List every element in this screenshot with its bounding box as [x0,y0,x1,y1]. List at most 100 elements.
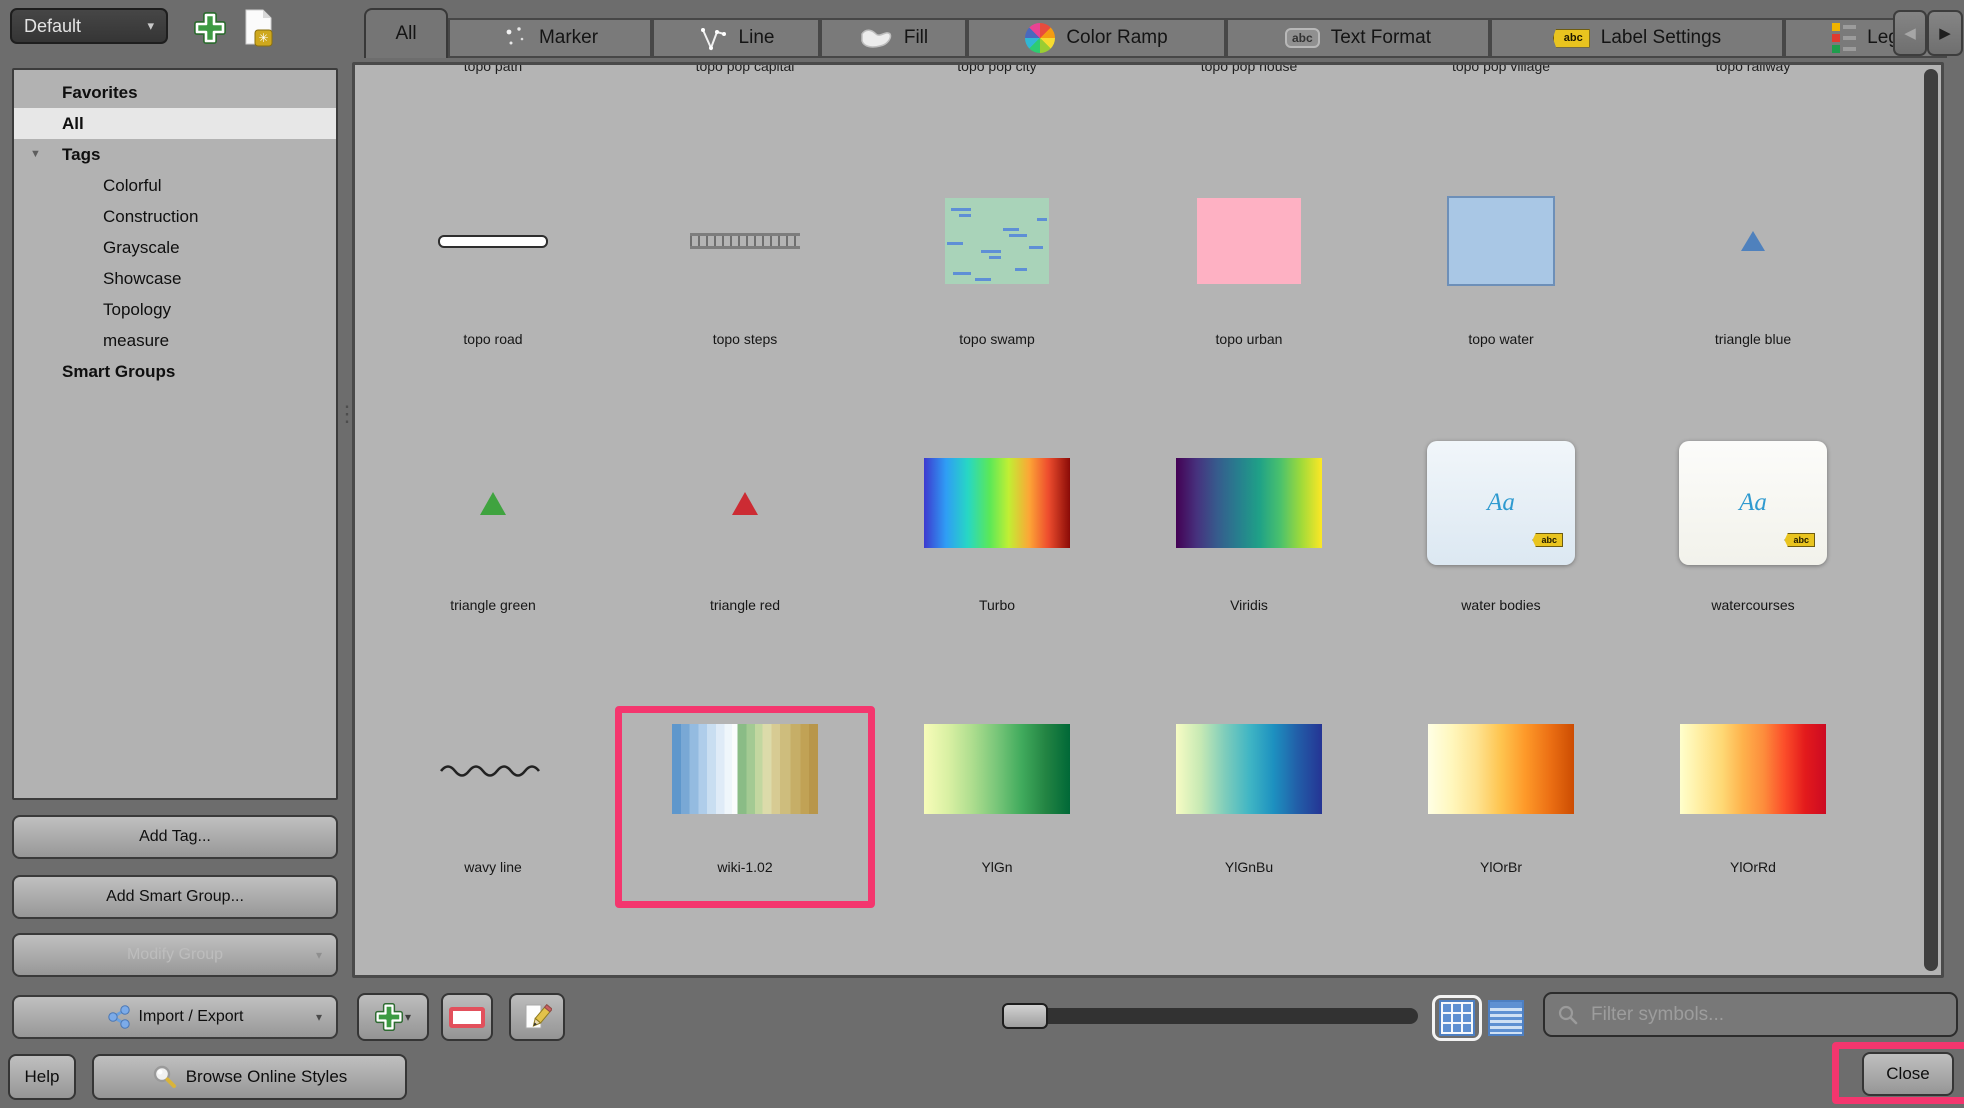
abc-tag-icon: abc [1532,533,1563,547]
sidebar-item-label: Favorites [62,83,138,103]
sidebar-item-tags[interactable]: ▼ Tags [14,139,336,170]
symbol-topo-urban[interactable]: topo urban [1123,198,1375,347]
expander-down-icon[interactable]: ▼ [30,148,41,160]
browse-online-styles-label: Browse Online Styles [186,1067,348,1087]
triangle-marker-preview [480,492,506,515]
sidebar-item-measure[interactable]: measure [14,325,336,356]
symbol-topo-steps[interactable]: topo steps [619,198,871,347]
aa-sample-text: Aa [1487,489,1515,517]
color-ramp-ylgnbu[interactable]: YlGnBu [1123,723,1375,875]
symbol-topo-water[interactable]: topo water [1375,198,1627,347]
tab-fill-label: Fill [904,27,928,49]
sidebar-item-grayscale[interactable]: Grayscale [14,232,336,263]
color-ramp-turbo[interactable]: Turbo [871,441,1123,613]
chevron-down-icon: ▾ [147,18,154,34]
icon-size-slider-track[interactable] [1004,1008,1418,1024]
remove-item-button[interactable] [441,993,493,1041]
fill-symbol-preview [945,198,1049,284]
symbol-label: topo urban [1216,331,1283,347]
color-ramp-ylgn[interactable]: YlGn [871,723,1123,875]
style-profile-select[interactable]: Default ▾ [10,8,168,44]
symbol-wavy-line[interactable]: wavy line [367,723,619,875]
svg-text:✳: ✳ [258,31,268,45]
icon-size-slider-handle[interactable] [1002,1003,1048,1029]
symbol-label: topo pop house [1201,62,1298,74]
sidebar-item-all[interactable]: All [14,108,336,139]
tab-line[interactable]: Line [652,18,820,58]
grid-view-button[interactable] [1432,995,1482,1041]
clipped-symbol-label-row: topo path topo pop capital topo pop city… [355,62,1879,74]
help-button[interactable]: Help [8,1054,76,1100]
color-ramp-preview [924,724,1070,814]
sidebar-item-showcase[interactable]: Showcase [14,263,336,294]
list-view-button[interactable] [1488,1000,1524,1036]
sidebar-item-construction[interactable]: Construction [14,201,336,232]
tab-scroll-left-button[interactable]: ◀ [1893,10,1927,56]
tab-text-format-label: Text Format [1331,27,1431,49]
filter-symbols-field[interactable] [1543,992,1958,1037]
help-label: Help [25,1067,60,1087]
add-tag-button[interactable]: Add Tag... [12,815,338,859]
symbol-label: YlOrBr [1480,859,1522,875]
add-smart-group-button[interactable]: Add Smart Group... [12,875,338,919]
line-symbol-preview [438,235,548,248]
symbol-label: topo road [463,331,522,347]
add-tag-label: Add Tag... [139,828,211,846]
scroll-right-icon: ▶ [1939,24,1951,42]
sidebar-item-colorful[interactable]: Colorful [14,170,336,201]
sidebar-item-label: Showcase [103,269,181,289]
symbol-triangle-green[interactable]: triangle green [367,441,619,613]
vertical-scrollbar[interactable] [1924,69,1938,971]
import-export-button[interactable]: Import / Export ▾ [12,995,338,1039]
text-format-watercourses[interactable]: Aa abc watercourses [1627,441,1879,613]
add-item-button[interactable]: ▾ [357,993,429,1041]
symbol-triangle-blue[interactable]: triangle blue [1627,198,1879,347]
add-smart-group-label: Add Smart Group... [106,888,244,906]
tab-scroll-right-button[interactable]: ▶ [1927,10,1963,56]
tab-label-settings-label: Label Settings [1601,27,1721,49]
symbol-label: Viridis [1230,597,1268,613]
tab-label-settings[interactable]: abc Label Settings [1490,18,1784,58]
symbol-label: topo swamp [959,331,1034,347]
browse-online-styles-button[interactable]: Browse Online Styles [92,1054,407,1100]
color-ramp-ylorrd[interactable]: YlOrRd [1627,723,1879,875]
sidebar-item-smart-groups[interactable]: Smart Groups [14,356,336,387]
sidebar-item-topology[interactable]: Topology [14,294,336,325]
scroll-left-icon: ◀ [1904,24,1916,42]
color-ramp-viridis[interactable]: Viridis [1123,441,1375,613]
line-icon [698,23,728,53]
fill-symbol-preview [1447,196,1555,286]
tab-all-label: All [395,23,416,45]
edit-item-button[interactable] [509,993,565,1041]
selection-highlight-wiki [615,706,875,908]
symbol-label: Turbo [979,597,1015,613]
panel-splitter-handle[interactable]: ⋮ [336,404,352,444]
sidebar-item-label: Construction [103,207,198,227]
search-icon [1557,1004,1579,1026]
text-format-water-bodies[interactable]: Aa abc water bodies [1375,441,1627,613]
symbol-topo-swamp[interactable]: topo swamp [871,198,1123,347]
tab-all[interactable]: All [364,8,448,58]
symbol-topo-road[interactable]: topo road [367,198,619,347]
marker-icon [502,25,528,51]
tab-color-ramp[interactable]: Color Ramp [967,18,1226,58]
add-style-database-button[interactable] [194,12,226,49]
text-format-preview: Aa abc [1679,441,1827,565]
label-settings-tag-icon: abc [1553,29,1590,48]
symbol-label: YlGnBu [1225,859,1273,875]
symbol-label: YlOrRd [1730,859,1776,875]
new-style-file-button[interactable]: ✳ [242,8,276,53]
minus-icon [449,1007,485,1028]
text-format-abc-icon: abc [1285,28,1320,48]
chevron-down-icon: ▾ [316,948,322,962]
filter-symbols-input[interactable] [1589,1003,1944,1027]
color-ramp-preview [1428,724,1574,814]
tab-text-format[interactable]: abc Text Format [1226,18,1490,58]
tab-fill[interactable]: Fill [820,18,967,58]
color-ramp-ylorbr[interactable]: YlOrBr [1375,723,1627,875]
tab-marker[interactable]: Marker [448,18,652,58]
symbol-label: topo pop village [1452,62,1550,74]
symbol-triangle-red[interactable]: triangle red [619,441,871,613]
sidebar-item-favorites[interactable]: Favorites [14,77,336,108]
sidebar-item-label: All [62,114,84,134]
